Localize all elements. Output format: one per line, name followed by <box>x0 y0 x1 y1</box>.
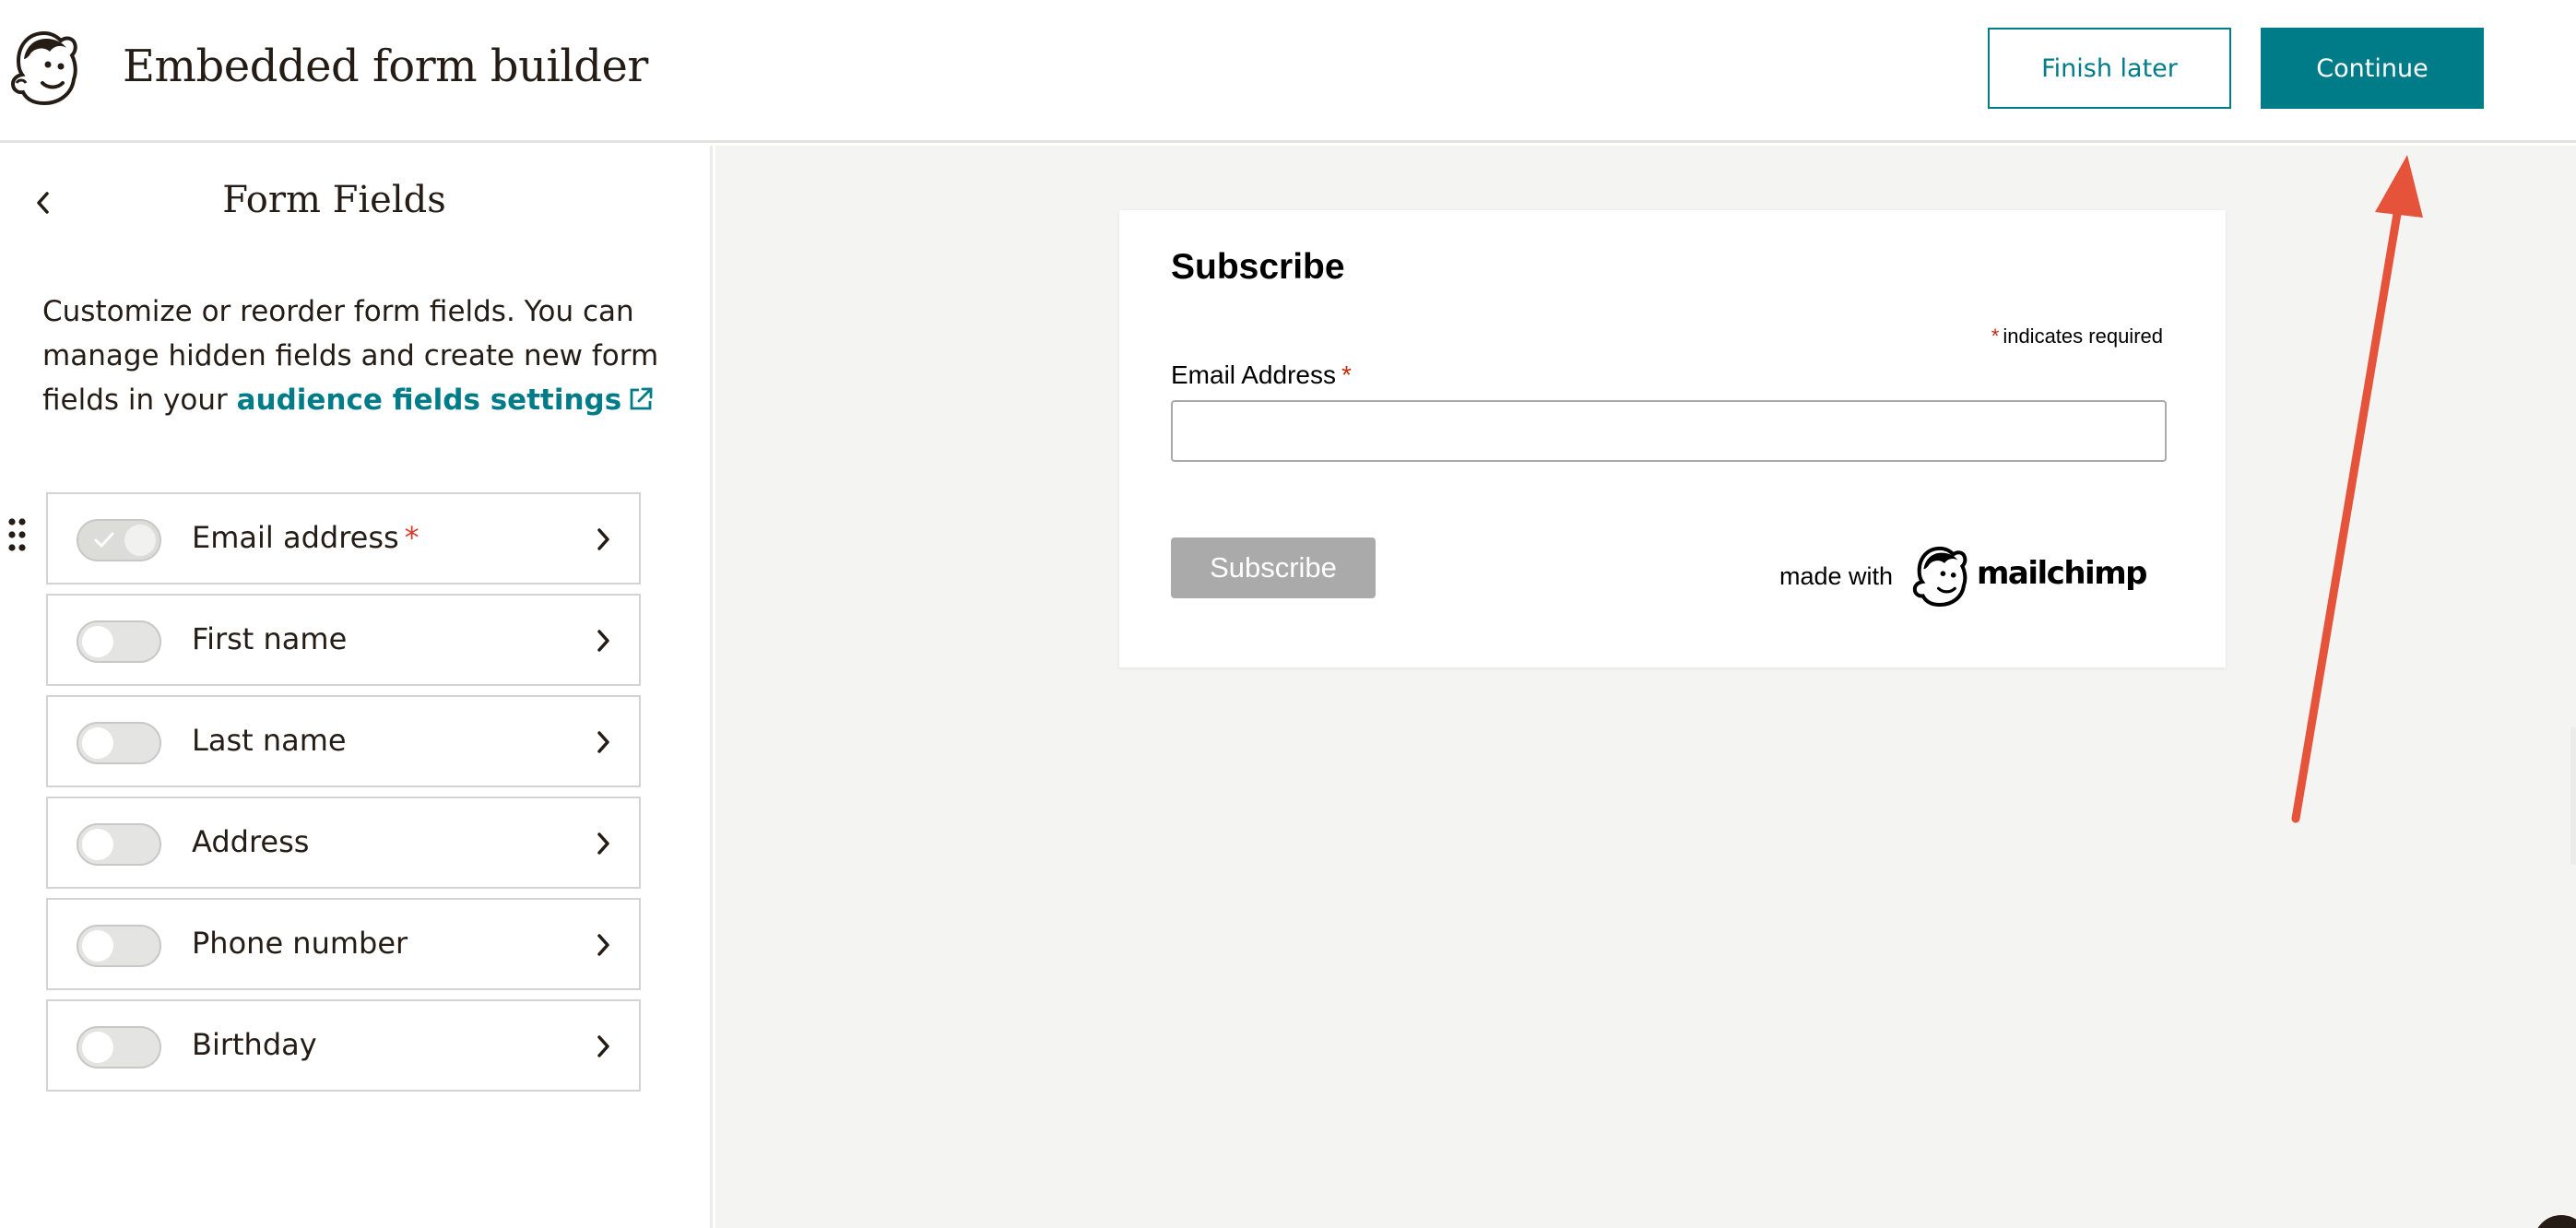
field-row-birthday[interactable]: Birthday <box>46 999 641 1092</box>
form-preview-card: Subscribe * indicates required Email Addr… <box>1119 210 2226 667</box>
made-with-text: made with <box>1779 562 1894 590</box>
toggle-knob <box>82 829 113 860</box>
chevron-right-icon <box>597 630 609 652</box>
email-input[interactable] <box>1171 400 2167 462</box>
field-label: First name <box>192 621 348 656</box>
toggle-knob <box>82 727 113 759</box>
required-note-text: indicates required <box>2003 325 2163 348</box>
audience-fields-settings-link[interactable]: audience fields settings <box>237 384 656 417</box>
field-toggle[interactable] <box>77 519 161 561</box>
field-label: Phone number <box>192 926 408 961</box>
field-name: Email address <box>192 520 399 555</box>
field-toggle[interactable] <box>77 823 161 866</box>
drag-handle-icon[interactable] <box>7 516 28 553</box>
field-label: Email address * <box>192 520 419 555</box>
chevron-right-icon <box>597 528 609 550</box>
finish-later-button[interactable]: Finish later <box>1988 28 2231 109</box>
settings-link-label: audience fields settings <box>236 384 622 417</box>
chevron-right-icon <box>597 731 609 753</box>
field-toggle[interactable] <box>77 925 161 967</box>
form-title: Subscribe <box>1171 247 1345 287</box>
panel-description: Customize or reorder form fields. You ca… <box>42 289 679 422</box>
field-row-last-name[interactable]: Last name <box>46 695 641 787</box>
checkmark-icon <box>94 532 114 549</box>
email-field-label: Email Address * <box>1171 360 1352 390</box>
continue-button[interactable]: Continue <box>2261 28 2484 109</box>
mailchimp-logo-icon[interactable] <box>7 26 83 105</box>
chevron-right-icon <box>597 832 609 855</box>
annotation-arrow-icon <box>2291 155 2423 823</box>
field-toggle[interactable] <box>77 722 161 764</box>
mailchimp-wordmark[interactable]: mailchimp <box>1977 555 2147 592</box>
subscribe-button[interactable]: Subscribe <box>1171 537 1376 598</box>
toggle-knob <box>82 626 113 657</box>
chevron-right-icon <box>597 1035 609 1057</box>
panel-title: Form Fields <box>222 179 446 221</box>
field-row-address[interactable]: Address <box>46 797 641 889</box>
scrollbar[interactable] <box>2570 726 2576 865</box>
field-toggle[interactable] <box>77 620 161 663</box>
field-toggle[interactable] <box>77 1026 161 1069</box>
field-label: Birthday <box>192 1027 317 1062</box>
form-fields-panel: Form Fields Customize or reorder form fi… <box>0 146 713 1228</box>
toggle-knob <box>124 525 156 556</box>
field-label: Last name <box>192 723 347 758</box>
chevron-right-icon <box>597 934 609 956</box>
top-header: Embedded form builder Finish later Conti… <box>0 0 2576 143</box>
mailchimp-freddie-icon[interactable] <box>1910 542 1971 607</box>
required-marker: * <box>1991 325 2000 348</box>
toggle-knob <box>82 930 113 962</box>
required-note: * indicates required <box>1991 325 2163 348</box>
field-row-email-address[interactable]: Email address * <box>46 492 641 584</box>
required-marker: * <box>1341 360 1352 389</box>
required-marker: * <box>404 520 419 555</box>
field-row-phone-number[interactable]: Phone number <box>46 898 641 990</box>
page-title: Embedded form builder <box>123 41 648 92</box>
field-row-first-name[interactable]: First name <box>46 594 641 686</box>
toggle-knob <box>82 1032 113 1063</box>
field-label: Address <box>192 824 310 859</box>
external-link-icon <box>630 387 653 410</box>
email-label-text: Email Address <box>1171 360 1336 389</box>
